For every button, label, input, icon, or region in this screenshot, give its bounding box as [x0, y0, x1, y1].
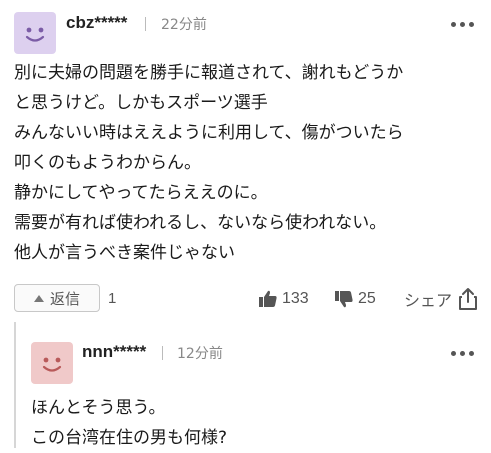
comment-line: 他人が言うべき案件じゃない — [14, 243, 235, 263]
smiley-avatar-icon — [31, 342, 73, 384]
username[interactable]: cbz***** — [66, 13, 127, 33]
username[interactable]: nnn***** — [82, 342, 146, 362]
timestamp: 12分前 — [177, 346, 223, 362]
caret-up-icon — [33, 294, 44, 302]
thumbs-down-icon — [335, 291, 353, 308]
share-label: シェア — [404, 291, 453, 310]
comment-line: と思うけど。しかもスポーツ選手 — [14, 93, 268, 113]
reply-thread-line — [14, 322, 16, 448]
comment-line: 需要が有れば使われるし、ないなら使われない。 — [14, 213, 387, 233]
share-icon — [459, 288, 478, 310]
comment-line: 叩くのもようわからん。 — [14, 153, 201, 173]
comment-line: 別に夫婦の問題を勝手に報道されて、謝れもどうか — [14, 63, 404, 83]
reply-count: 1 — [108, 290, 117, 307]
share-button[interactable]: シェア — [404, 287, 478, 311]
divider — [145, 17, 146, 31]
comment-line: 静かにしてやってたらええのに。 — [14, 183, 268, 203]
reply-body: ほんとそう思う。 この台湾在住の男も何様? — [31, 393, 227, 453]
smiley-avatar-icon — [14, 12, 56, 54]
thumbs-up-icon — [259, 290, 277, 307]
timestamp: 22分前 — [161, 17, 207, 33]
dislike-count: 25 — [358, 290, 376, 307]
like-button[interactable]: 133 — [258, 289, 309, 309]
reply-button-label: 返信 — [49, 289, 80, 308]
avatar[interactable] — [14, 12, 56, 54]
reply-line: この台湾在住の男も何様? — [31, 428, 228, 448]
reply-button[interactable]: 返信 — [14, 284, 100, 312]
more-options-icon[interactable] — [451, 22, 474, 27]
divider — [162, 346, 163, 360]
comment-body: 別に夫婦の問題を勝手に報道されて、謝れもどうか と思うけど。しかもスポーツ選手 … — [14, 58, 404, 268]
dislike-button[interactable]: 25 — [334, 289, 376, 309]
more-options-icon[interactable] — [451, 351, 474, 356]
comment-line: みんないい時はええように利用して、傷がついたら — [14, 123, 404, 143]
avatar[interactable] — [31, 342, 73, 384]
like-count: 133 — [282, 290, 309, 307]
reply-line: ほんとそう思う。 — [31, 398, 166, 418]
